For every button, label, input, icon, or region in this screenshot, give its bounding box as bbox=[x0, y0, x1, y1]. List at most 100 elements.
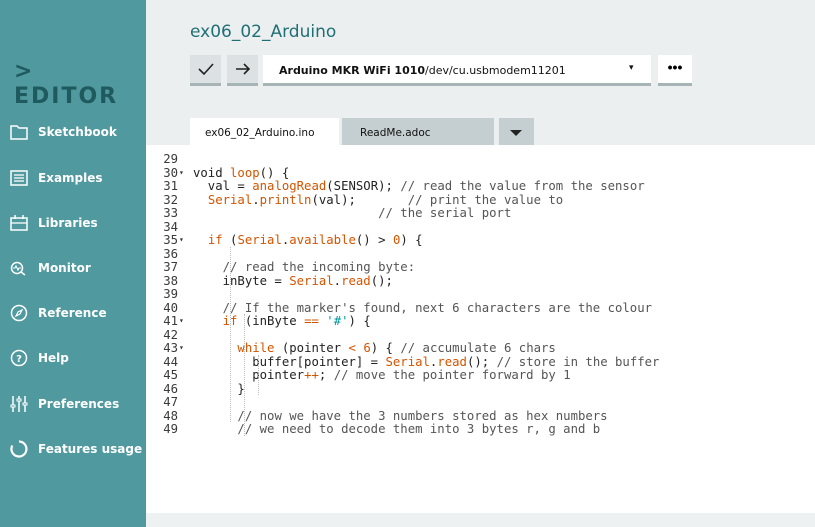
code-token-plain: () > bbox=[355, 233, 393, 247]
code-token-fn: analogRead bbox=[252, 179, 327, 193]
code-line[interactable]: 36 bbox=[146, 247, 815, 261]
line-number: 47 bbox=[163, 395, 178, 409]
code-token-plain: (pointer bbox=[274, 341, 349, 355]
code-token-fn: Serial bbox=[289, 273, 334, 288]
code-token-plain: ) { bbox=[400, 233, 423, 247]
sidebar-item-help[interactable]: ? Help bbox=[0, 343, 146, 373]
code-text: if (inByte == '#') { bbox=[193, 314, 371, 328]
tabs-dropdown-button[interactable] bbox=[499, 118, 534, 148]
checkmark-icon bbox=[197, 63, 214, 76]
sidebar-item-label: Help bbox=[38, 351, 69, 365]
code-line[interactable]: 45 pointer++; // move the pointer forwar… bbox=[146, 368, 815, 382]
folder-icon bbox=[10, 125, 28, 140]
tab-main-sketch[interactable]: ex06_02_Arduino.ino bbox=[190, 118, 339, 148]
chevron-down-icon: ▾ bbox=[629, 63, 634, 73]
code-line[interactable]: 41 ▾ if (inByte == '#') { bbox=[146, 314, 815, 328]
code-token-comment: // now we have the 3 numbers stored as h… bbox=[237, 408, 608, 423]
fold-toggle-icon[interactable]: ▾ bbox=[179, 314, 184, 328]
code-token-fn: read bbox=[341, 273, 371, 288]
code-line[interactable]: 30 ▾ void loop() { bbox=[146, 166, 815, 180]
code-line[interactable]: 32 Serial.println(val); // print the val… bbox=[146, 193, 815, 207]
board-port: /dev/cu.usbmodem11201 bbox=[425, 64, 566, 77]
code-token-plain: (); bbox=[466, 354, 497, 369]
code-text: while (pointer < 6) { // accumulate 6 ch… bbox=[193, 341, 555, 355]
code-token-kw: while bbox=[237, 341, 275, 355]
code-text: } bbox=[193, 381, 245, 396]
code-line[interactable]: 44 buffer[pointer] = Serial.read(); // s… bbox=[146, 355, 815, 369]
code-line[interactable]: 48 // now we have the 3 numbers stored a… bbox=[146, 409, 815, 423]
code-line[interactable]: 46 } bbox=[146, 382, 815, 396]
code-text: val = analogRead(SENSOR); // read the va… bbox=[193, 179, 645, 193]
code-line[interactable]: 49 // we need to decode them into 3 byte… bbox=[146, 422, 815, 436]
code-token-fn: read bbox=[437, 354, 467, 369]
code-line[interactable]: 29 bbox=[146, 152, 815, 166]
indent-guide bbox=[258, 354, 259, 395]
code-line[interactable]: 47 bbox=[146, 395, 815, 409]
code-token-plain: void bbox=[193, 165, 231, 180]
code-line[interactable]: 43 ▾ while (pointer < 6) { // accumulate … bbox=[146, 341, 815, 355]
line-number: 39 bbox=[163, 287, 178, 301]
code-line[interactable]: 35 ▾ if (Serial.available() > 0) { bbox=[146, 233, 815, 247]
line-number: 43 bbox=[163, 341, 178, 355]
sidebar-item-reference[interactable]: Reference bbox=[0, 298, 146, 328]
project-title: ex06_02_Arduino bbox=[190, 22, 337, 42]
sidebar-item-sketchbook[interactable]: Sketchbook bbox=[0, 117, 146, 147]
code-token-comment: // read the incoming byte: bbox=[222, 260, 416, 274]
code-token-fn: available bbox=[289, 233, 356, 247]
code-token-plain: pointer bbox=[193, 368, 305, 382]
board-selector[interactable]: Arduino MKR WiFi 1010 /dev/cu.usbmodem11… bbox=[263, 55, 651, 86]
tab-readme[interactable]: ReadMe.adoc bbox=[342, 118, 494, 148]
line-number: 45 bbox=[163, 368, 178, 382]
code-text: buffer[pointer] = Serial.read(); // stor… bbox=[193, 355, 659, 369]
upload-button[interactable] bbox=[227, 55, 258, 86]
sidebar-item-label: Sketchbook bbox=[38, 125, 117, 139]
fold-toggle-icon[interactable]: ▾ bbox=[179, 341, 184, 355]
code-line[interactable]: 38 inByte = Serial.read(); bbox=[146, 274, 815, 288]
sidebar-item-libraries[interactable]: Libraries bbox=[0, 208, 146, 238]
code-token-fn: loop bbox=[230, 165, 260, 180]
code-line[interactable]: 37 // read the incoming byte: bbox=[146, 260, 815, 274]
line-number: 35 bbox=[163, 233, 178, 247]
code-line[interactable]: 31 val = analogRead(SENSOR); // read the… bbox=[146, 179, 815, 193]
sidebar-item-label: Features usage bbox=[38, 442, 143, 456]
sidebar-item-preferences[interactable]: Preferences bbox=[0, 389, 146, 419]
code-editor[interactable]: 29 30 ▾ void loop() {31 val = analogRead(SE… bbox=[146, 145, 815, 513]
line-number: 30 bbox=[163, 165, 178, 180]
code-token-plain: (inByte bbox=[237, 314, 305, 328]
code-token-plain: (SENSOR); bbox=[326, 179, 401, 193]
code-line[interactable]: 34 bbox=[146, 220, 815, 234]
line-number: 40 bbox=[163, 300, 178, 315]
sidebar-item-examples[interactable]: Examples bbox=[0, 163, 146, 193]
code-line[interactable]: 33 // the serial port bbox=[146, 206, 815, 220]
code-token-comment: // read the value from the sensor bbox=[400, 179, 645, 193]
code-token-fn: println bbox=[259, 192, 312, 207]
code-token-str: '#' bbox=[326, 314, 349, 328]
code-token-fn: Serial bbox=[237, 233, 282, 247]
sidebar-item-monitor[interactable]: Monitor bbox=[0, 253, 146, 283]
code-token-plain: } bbox=[193, 381, 245, 396]
fold-toggle-icon[interactable]: ▾ bbox=[179, 166, 184, 180]
horizontal-scrollbar[interactable] bbox=[146, 513, 815, 527]
help-icon: ? bbox=[10, 349, 28, 367]
code-text: if (Serial.available() > 0) { bbox=[193, 233, 423, 247]
code-line[interactable]: 40 // If the marker's found, next 6 char… bbox=[146, 301, 815, 315]
indent-guide bbox=[244, 314, 245, 436]
more-options-button[interactable]: ••• bbox=[658, 55, 692, 86]
code-line[interactable]: 42 bbox=[146, 328, 815, 342]
verify-button[interactable] bbox=[190, 55, 221, 86]
editor-brand: > EDITOR bbox=[14, 59, 119, 109]
code-line[interactable]: 39 bbox=[146, 287, 815, 301]
line-number: 31 bbox=[163, 179, 178, 193]
fold-toggle-icon[interactable]: ▾ bbox=[179, 233, 184, 247]
code-token-plain: (val); bbox=[311, 192, 408, 207]
code-text: void loop() { bbox=[193, 166, 289, 180]
sidebar-item-features-usage[interactable]: Features usage bbox=[0, 434, 146, 464]
line-number: 36 bbox=[163, 246, 178, 261]
code-text: inByte = Serial.read(); bbox=[193, 274, 393, 288]
sidebar-item-label: Examples bbox=[38, 171, 103, 185]
line-number: 34 bbox=[163, 219, 178, 234]
